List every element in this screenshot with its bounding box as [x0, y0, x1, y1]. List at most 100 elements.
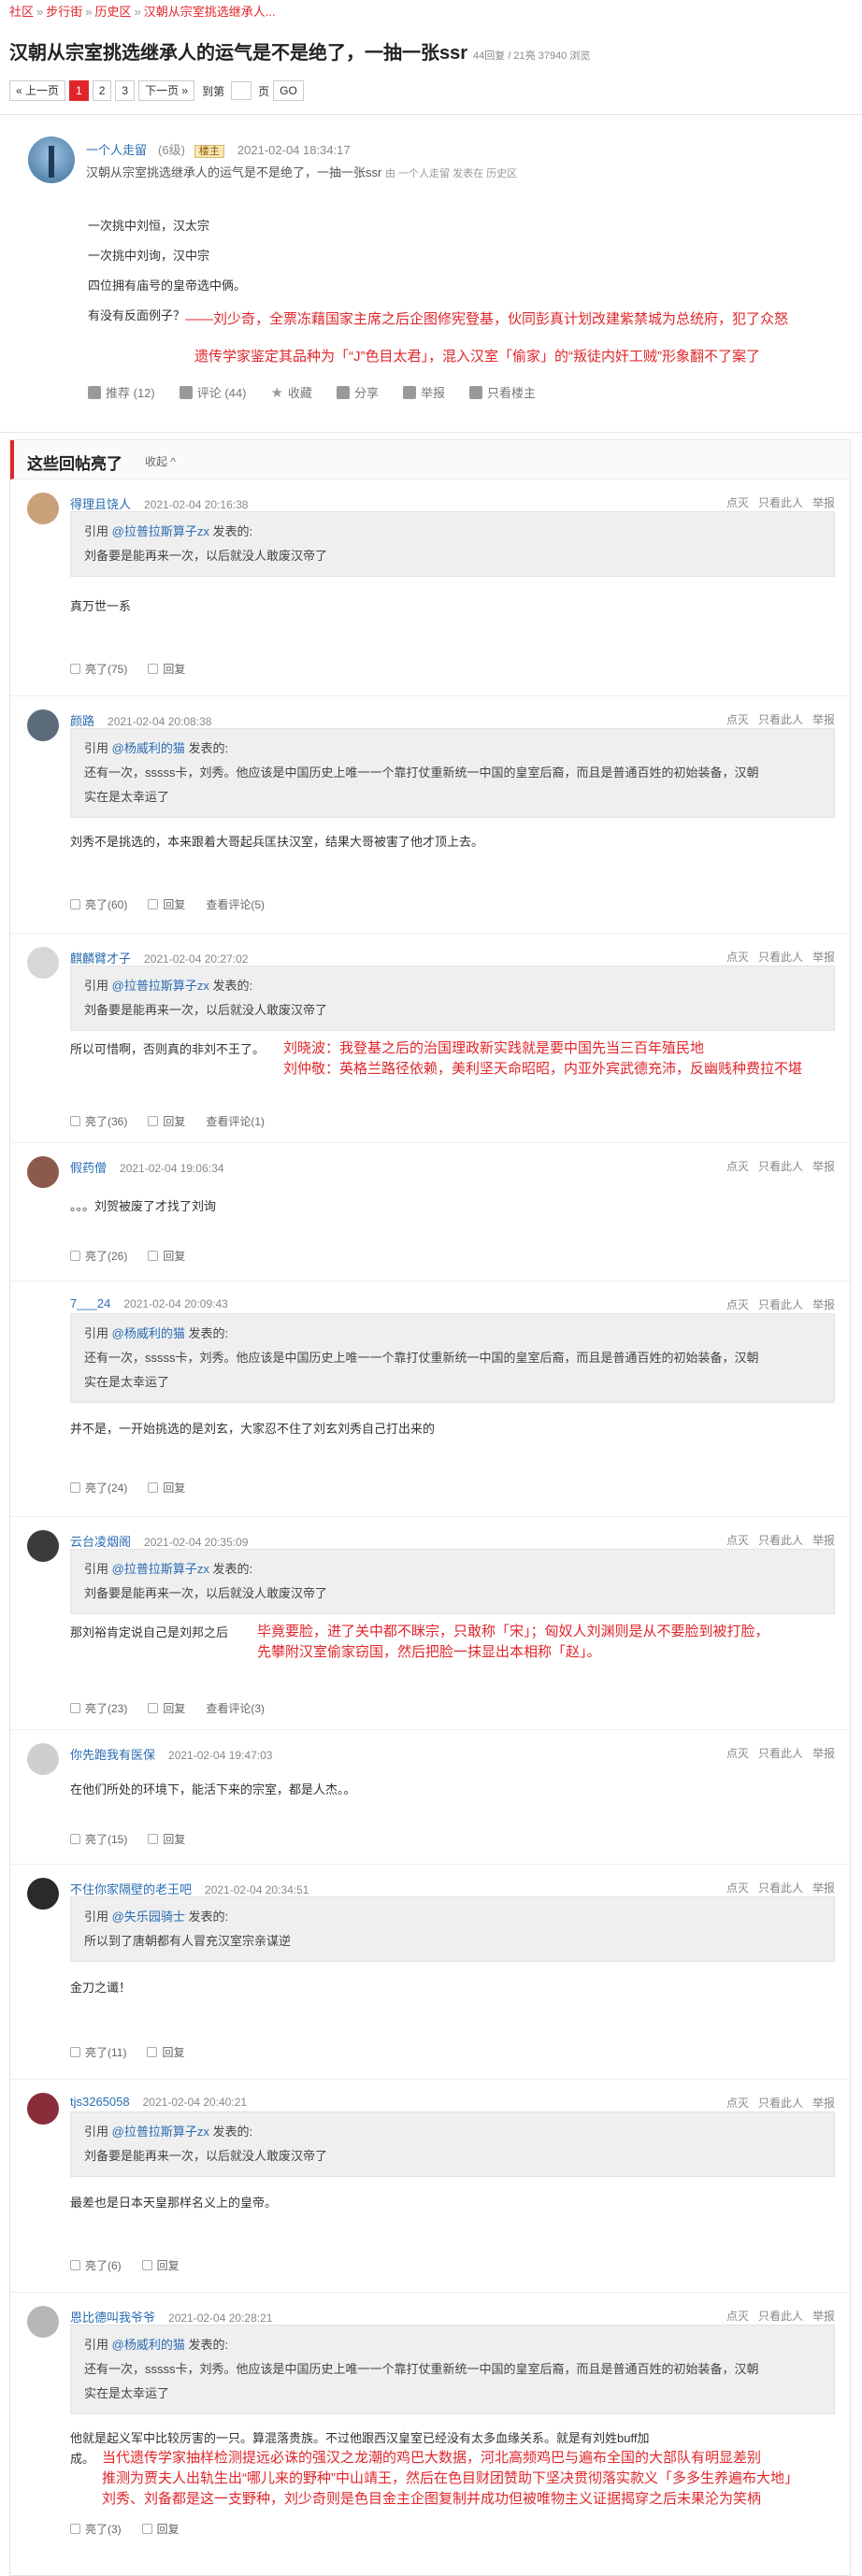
favorite-button[interactable]: ★ 收藏	[270, 383, 311, 401]
light-button[interactable]: 亮了(36)	[70, 1113, 127, 1129]
only-this-user-button[interactable]: 只看此人	[758, 1160, 803, 1173]
breadcrumb-item[interactable]: 汉朝从宗室挑选继承人...	[144, 5, 276, 19]
only-this-user-button[interactable]: 只看此人	[758, 951, 803, 964]
dislike-button[interactable]: 点灭	[726, 496, 749, 509]
report-button[interactable]: 举报	[812, 1160, 835, 1173]
go-button[interactable]: GO	[273, 80, 304, 101]
view-comments-button[interactable]: 查看评论(5)	[206, 896, 265, 912]
report-button[interactable]: 举报	[812, 496, 835, 509]
avatar[interactable]	[27, 1156, 59, 1188]
only-this-user-button[interactable]: 只看此人	[758, 1747, 803, 1760]
page-3-button[interactable]: 3	[115, 80, 136, 101]
report-button[interactable]: 举报	[812, 1534, 835, 1547]
reply-username[interactable]: 颜路	[70, 714, 94, 728]
only-op-button[interactable]: 只看楼主	[468, 383, 536, 401]
reply-button[interactable]: 回复	[148, 1113, 185, 1129]
collapse-button[interactable]: 收起 ^	[145, 453, 176, 469]
reply-username[interactable]: 得理且饶人	[70, 497, 131, 511]
only-this-user-button[interactable]: 只看此人	[758, 496, 803, 509]
dislike-button[interactable]: 点灭	[726, 1160, 749, 1173]
breadcrumb-item[interactable]: 历史区	[95, 5, 132, 19]
prev-page-button[interactable]: « 上一页	[9, 80, 66, 101]
only-this-user-button[interactable]: 只看此人	[758, 2310, 803, 2323]
reply-button[interactable]: 回复	[148, 1248, 185, 1264]
report-button[interactable]: 举报	[812, 713, 835, 726]
reply-username[interactable]: 你先跑我有医保	[70, 1748, 155, 1762]
avatar[interactable]	[27, 1295, 59, 1326]
light-button[interactable]: 亮了(23)	[70, 1700, 127, 1716]
dislike-button[interactable]: 点灭	[726, 2097, 749, 2110]
op-username[interactable]: 一个人走留	[86, 143, 147, 157]
dislike-button[interactable]: 点灭	[726, 1298, 749, 1311]
reply-button[interactable]: 回复	[148, 1700, 185, 1716]
view-comments-button[interactable]: 查看评论(3)	[206, 1700, 265, 1716]
reply-username[interactable]: 云台凌烟阁	[70, 1535, 131, 1549]
reply-button[interactable]: 回复	[141, 2257, 180, 2273]
report-button[interactable]: 举报	[812, 2310, 835, 2323]
reply-username[interactable]: 7___24	[70, 1296, 110, 1310]
view-comments-button[interactable]: 查看评论(1)	[206, 1113, 265, 1129]
dislike-button[interactable]: 点灭	[726, 713, 749, 726]
page-number-input[interactable]	[231, 81, 252, 100]
next-page-button[interactable]: 下一页 »	[138, 80, 195, 101]
reply-button[interactable]: 回复	[141, 2521, 180, 2537]
quote-user[interactable]: @杨威利的猫	[112, 1326, 185, 1340]
quote-user[interactable]: @拉普拉斯算子zx	[112, 2125, 209, 2139]
comment-button[interactable]: 评论 (44)	[179, 383, 246, 401]
report-button[interactable]: 举报	[812, 2097, 835, 2110]
recommend-button[interactable]: 推荐 (12)	[88, 383, 155, 401]
avatar[interactable]	[27, 947, 59, 979]
quote-user[interactable]: @拉普拉斯算子zx	[112, 1562, 209, 1576]
report-button[interactable]: 举报	[812, 1882, 835, 1895]
light-button[interactable]: 亮了(26)	[70, 1248, 127, 1264]
reply-button[interactable]: 回复	[147, 2044, 184, 2060]
light-button[interactable]: 亮了(6)	[70, 2257, 122, 2273]
only-this-user-button[interactable]: 只看此人	[758, 1298, 803, 1311]
dislike-button[interactable]: 点灭	[726, 1882, 749, 1895]
light-button[interactable]: 亮了(24)	[70, 1480, 127, 1496]
avatar[interactable]	[27, 493, 59, 524]
light-button[interactable]: 亮了(3)	[70, 2521, 122, 2537]
reply-username[interactable]: 假药僧	[70, 1161, 107, 1175]
light-button[interactable]: 亮了(11)	[70, 2044, 126, 2060]
avatar[interactable]	[28, 136, 75, 183]
report-button[interactable]: 举报	[812, 1747, 835, 1760]
quote-user[interactable]: @拉普拉斯算子zx	[112, 979, 209, 993]
quote-user[interactable]: @拉普拉斯算子zx	[112, 524, 209, 538]
quote-user[interactable]: @失乐园骑士	[112, 1910, 185, 1924]
quote-user[interactable]: @杨威利的猫	[112, 2338, 185, 2352]
page-1-button[interactable]: 1	[69, 80, 89, 101]
share-button[interactable]: 分享	[336, 383, 379, 401]
only-this-user-button[interactable]: 只看此人	[758, 713, 803, 726]
report-button[interactable]: 举报	[402, 383, 445, 401]
light-button[interactable]: 亮了(15)	[70, 1831, 127, 1847]
reply-button[interactable]: 回复	[148, 661, 185, 677]
report-button[interactable]: 举报	[812, 1298, 835, 1311]
report-button[interactable]: 举报	[812, 951, 835, 964]
avatar[interactable]	[27, 1878, 59, 1910]
light-button[interactable]: 亮了(60)	[70, 896, 127, 912]
avatar[interactable]	[27, 2093, 59, 2125]
reply-button[interactable]: 回复	[148, 896, 185, 912]
quote-user[interactable]: @杨威利的猫	[112, 741, 185, 755]
avatar[interactable]	[27, 2306, 59, 2338]
reply-username[interactable]: 不住你家隔壁的老王吧	[70, 1882, 192, 1896]
reply-button[interactable]: 回复	[148, 1480, 185, 1496]
dislike-button[interactable]: 点灭	[726, 1747, 749, 1760]
reply-username[interactable]: 恩比德叫我爷爷	[70, 2311, 155, 2325]
reply-button[interactable]: 回复	[148, 1831, 185, 1847]
avatar[interactable]	[27, 1530, 59, 1562]
breadcrumb-item[interactable]: 社区	[9, 5, 34, 19]
light-button[interactable]: 亮了(75)	[70, 661, 127, 677]
reply-username[interactable]: tjs3265058	[70, 2095, 130, 2109]
dislike-button[interactable]: 点灭	[726, 1534, 749, 1547]
avatar[interactable]	[27, 1743, 59, 1775]
reply-username[interactable]: 麒麟臂才子	[70, 952, 131, 966]
dislike-button[interactable]: 点灭	[726, 951, 749, 964]
only-this-user-button[interactable]: 只看此人	[758, 1882, 803, 1895]
dislike-button[interactable]: 点灭	[726, 2310, 749, 2323]
only-this-user-button[interactable]: 只看此人	[758, 1534, 803, 1547]
page-2-button[interactable]: 2	[92, 80, 112, 101]
breadcrumb-item[interactable]: 步行街	[46, 5, 82, 19]
avatar[interactable]	[27, 709, 59, 741]
